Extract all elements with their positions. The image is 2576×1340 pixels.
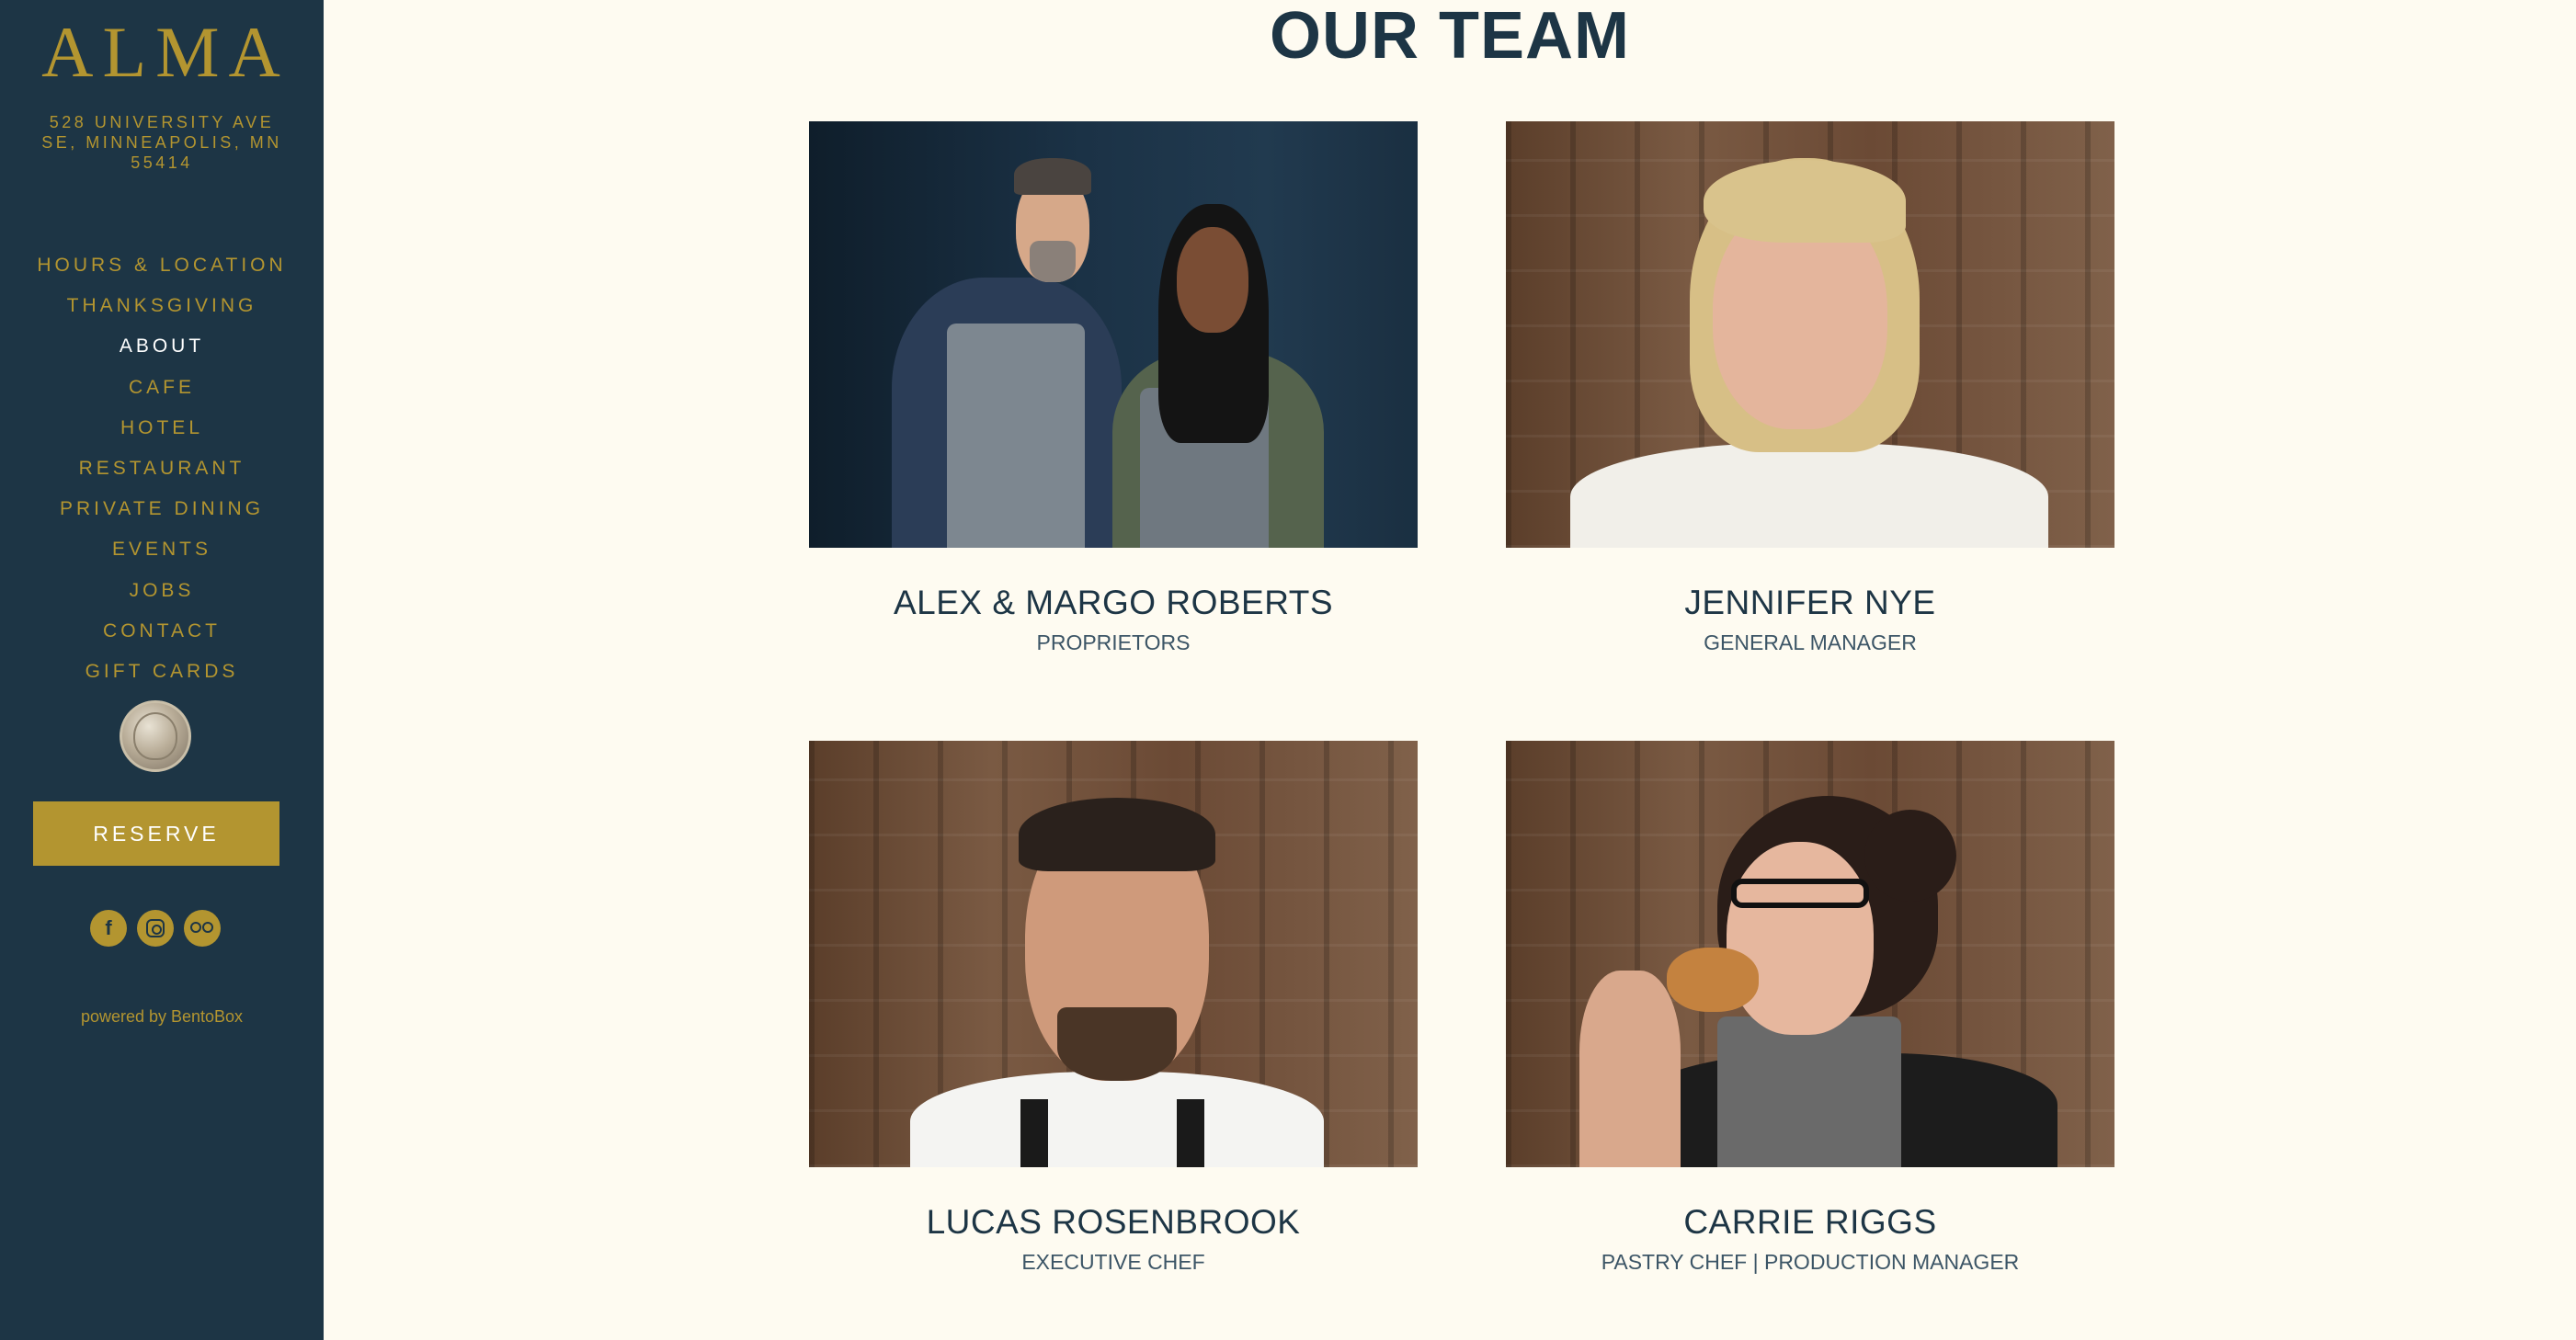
nav-item-hotel[interactable]: HOTEL xyxy=(0,411,324,451)
main-content: OUR TEAM ALEX & MARGO ROBERTS PROPRIETOR… xyxy=(324,0,2576,1340)
team-member-name: ALEX & MARGO ROBERTS xyxy=(893,584,1334,621)
photo-subject xyxy=(1506,741,2114,1167)
main-nav: HOURS & LOCATION THANKSGIVING ABOUT CAFE… xyxy=(0,248,324,695)
nav-item-jobs[interactable]: JOBS xyxy=(0,573,324,614)
team-member-role: EXECUTIVE CHEF xyxy=(1021,1250,1205,1274)
team-member-role: GENERAL MANAGER xyxy=(1704,630,1917,654)
photo-subject xyxy=(1506,121,2114,548)
nav-item-hours-location[interactable]: HOURS & LOCATION xyxy=(0,248,324,289)
team-member-name: LUCAS ROSENBROOK xyxy=(926,1203,1301,1241)
social-links: f xyxy=(90,910,237,950)
instagram-icon[interactable] xyxy=(137,910,174,947)
medal-portrait xyxy=(133,712,177,760)
team-photo-lucas xyxy=(809,741,1418,1167)
team-member-role: PROPRIETORS xyxy=(1036,630,1191,654)
team-photo-carrie xyxy=(1506,741,2114,1167)
team-card-carrie: CARRIE RIGGS PASTRY CHEF | PRODUCTION MA… xyxy=(1506,741,2114,1276)
nav-item-restaurant[interactable]: RESTAURANT xyxy=(0,451,324,492)
address: 528 UNIVERSITY AVE SE, MINNEAPOLIS, MN 5… xyxy=(41,113,282,172)
team-member-role: PASTRY CHEF | PRODUCTION MANAGER xyxy=(1601,1250,2020,1274)
team-photo-jennifer xyxy=(1506,121,2114,548)
nav-item-private-dining[interactable]: PRIVATE DINING xyxy=(0,492,324,532)
powered-by-link[interactable]: powered by BentoBox xyxy=(0,1007,324,1027)
tripadvisor-icon[interactable] xyxy=(184,910,221,947)
page-title: OUR TEAM xyxy=(1270,0,1630,73)
team-member-name: CARRIE RIGGS xyxy=(1683,1203,1937,1241)
reserve-button[interactable]: RESERVE xyxy=(33,801,279,866)
facebook-icon[interactable]: f xyxy=(90,910,127,947)
team-card-jennifer: JENNIFER NYE GENERAL MANAGER xyxy=(1506,121,2114,656)
nav-item-gift-cards[interactable]: GIFT CARDS xyxy=(0,654,324,695)
team-photo-alex-margo xyxy=(809,121,1418,548)
nav-item-contact[interactable]: CONTACT xyxy=(0,614,324,654)
logo[interactable]: ALMA xyxy=(0,17,324,88)
team-card-alex-margo: ALEX & MARGO ROBERTS PROPRIETORS xyxy=(809,121,1418,656)
photo-subjects xyxy=(809,121,1418,548)
photo-subject xyxy=(809,741,1418,1167)
nav-item-thanksgiving[interactable]: THANKSGIVING xyxy=(0,289,324,329)
team-member-name: JENNIFER NYE xyxy=(1684,584,1936,621)
sidebar: ALMA 528 UNIVERSITY AVE SE, MINNEAPOLIS,… xyxy=(0,0,324,1340)
nav-item-cafe[interactable]: CAFE xyxy=(0,370,324,411)
award-medal-icon[interactable] xyxy=(120,700,191,772)
nav-item-about[interactable]: ABOUT xyxy=(0,329,324,369)
nav-item-events[interactable]: EVENTS xyxy=(0,532,324,573)
team-card-lucas: LUCAS ROSENBROOK EXECUTIVE CHEF xyxy=(809,741,1418,1276)
